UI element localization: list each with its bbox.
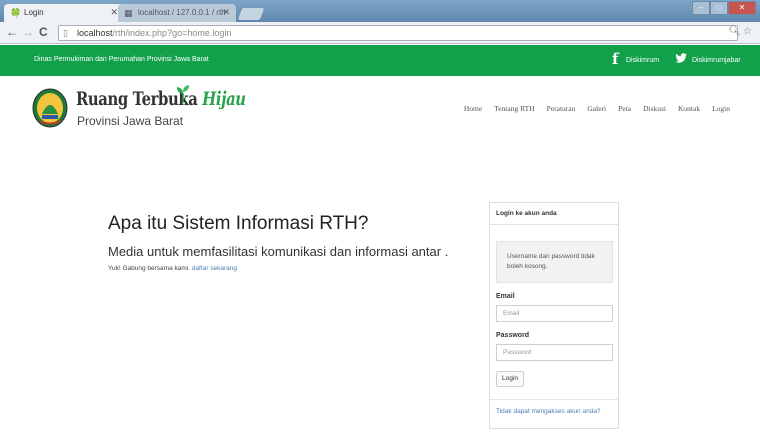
- nav-home[interactable]: Home: [464, 104, 482, 113]
- nav-peraturan[interactable]: Peraturan: [547, 104, 576, 113]
- brand-subtitle: Provinsi Jawa Barat: [77, 114, 184, 128]
- maximize-icon[interactable]: □: [710, 1, 728, 15]
- password-field[interactable]: Password: [496, 344, 613, 361]
- forgot-account-link[interactable]: Tidak dapat mengakses akun anda?: [496, 408, 601, 415]
- minimize-icon[interactable]: –: [692, 1, 710, 15]
- window-controls: – □ ✕: [692, 1, 756, 15]
- west-java-emblem-icon[interactable]: [32, 88, 68, 128]
- phpmyadmin-favicon-icon: ▦: [124, 8, 133, 18]
- hero-title: Apa itu Sistem Informasi RTH?: [108, 213, 369, 234]
- url-host: localhost: [77, 28, 113, 38]
- facebook-icon[interactable]: f: [612, 50, 618, 68]
- close-tab-icon[interactable]: ✕: [222, 7, 230, 18]
- alert-line-1: Username dan password tidak: [507, 253, 595, 260]
- nav-peta[interactable]: Peta: [618, 104, 631, 113]
- password-label: Password: [496, 332, 530, 339]
- tab-title: localhost / 127.0.0.1 / rth: [138, 8, 226, 17]
- nav-login[interactable]: Login: [712, 104, 730, 113]
- panel-divider: [490, 399, 618, 400]
- reload-icon[interactable]: C: [39, 25, 48, 39]
- site-favicon-icon: 🍀: [10, 8, 22, 18]
- twitter-link[interactable]: Diskimrumjabar: [692, 57, 741, 64]
- top-info-bar: Dinas Permukiman dan Perumahan Provinsi …: [0, 45, 760, 76]
- email-label: Email: [496, 293, 515, 300]
- browser-tab-phpmyadmin[interactable]: ▦ localhost / 127.0.0.1 / rth ✕: [118, 4, 236, 22]
- login-panel: Login ke akun anda Username dan password…: [489, 202, 619, 429]
- url-input[interactable]: ▯ localhost/rth/index.php?go=home.login: [58, 25, 738, 41]
- brand-title-accent: Hijau: [202, 88, 246, 110]
- tab-title: Login: [24, 8, 44, 17]
- nav-kontak[interactable]: Kontak: [678, 104, 700, 113]
- nav-galeri[interactable]: Galeri: [587, 104, 606, 113]
- register-link[interactable]: daftar sekarang: [192, 265, 237, 272]
- back-arrow-icon[interactable]: ←: [6, 25, 18, 39]
- brand-title: Ruang Terbuka Hijau: [76, 88, 246, 110]
- login-alert: Username dan password tidak boleh kosong…: [496, 241, 613, 283]
- url-path: /rth/index.php?go=home.login: [112, 28, 232, 38]
- browser-tab-login[interactable]: 🍀 Login ✕: [4, 4, 124, 22]
- facebook-link[interactable]: Diskimrum: [626, 57, 659, 64]
- main-nav: Home Tentang RTH Peraturan Galeri Peta D…: [464, 104, 730, 113]
- nav-tentang-rth[interactable]: Tentang RTH: [494, 104, 534, 113]
- login-panel-heading: Login ke akun anda: [490, 203, 618, 225]
- nav-diskusi[interactable]: Diskusi: [643, 104, 666, 113]
- hero-invite-text: Yuk! Gabung bersama kami.: [108, 265, 191, 272]
- close-tab-icon[interactable]: ✕: [110, 7, 118, 18]
- email-field[interactable]: Email: [496, 305, 613, 322]
- twitter-icon[interactable]: [674, 51, 688, 65]
- page-icon: ▯: [63, 28, 68, 38]
- close-window-icon[interactable]: ✕: [728, 1, 756, 15]
- new-tab-button[interactable]: [237, 8, 265, 20]
- zoom-icon[interactable]: 🔍︎☆: [728, 26, 754, 37]
- browser-tab-bar: 🍀 Login ✕ ▦ localhost / 127.0.0.1 / rth …: [0, 0, 760, 22]
- hero-invite: Yuk! Gabung bersama kami. daftar sekaran…: [108, 265, 237, 272]
- alert-line-2: boleh kosong.: [507, 263, 548, 270]
- login-button[interactable]: Login: [496, 371, 524, 387]
- sprout-icon: [177, 85, 189, 103]
- hero-description: Media untuk memfasilitasi komunikasi dan…: [108, 244, 449, 259]
- agency-name: Dinas Permukiman dan Perumahan Provinsi …: [34, 56, 209, 63]
- address-bar-row: ← → C ▯ localhost/rth/index.php?go=home.…: [0, 22, 760, 44]
- forward-arrow-icon[interactable]: →: [22, 25, 34, 39]
